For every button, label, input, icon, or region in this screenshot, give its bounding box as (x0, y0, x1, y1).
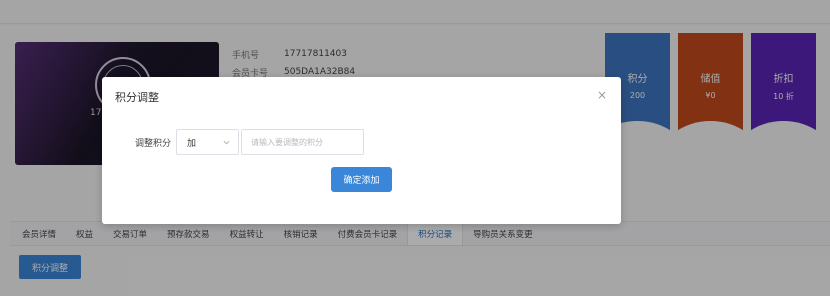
close-icon[interactable]: × (597, 88, 607, 102)
chevron-down-icon (223, 140, 230, 145)
points-amount-input[interactable] (241, 129, 364, 155)
confirm-add-button[interactable]: 确定添加 (331, 167, 392, 192)
adjust-type-select[interactable]: 加 (176, 129, 239, 155)
adjust-type-value: 加 (187, 138, 197, 149)
adjust-points-label: 调整积分 (135, 139, 172, 149)
dialog-title: 积分调整 (115, 91, 159, 104)
points-adjust-dialog: 积分调整 × 调整积分 加 确定添加 (102, 77, 621, 224)
